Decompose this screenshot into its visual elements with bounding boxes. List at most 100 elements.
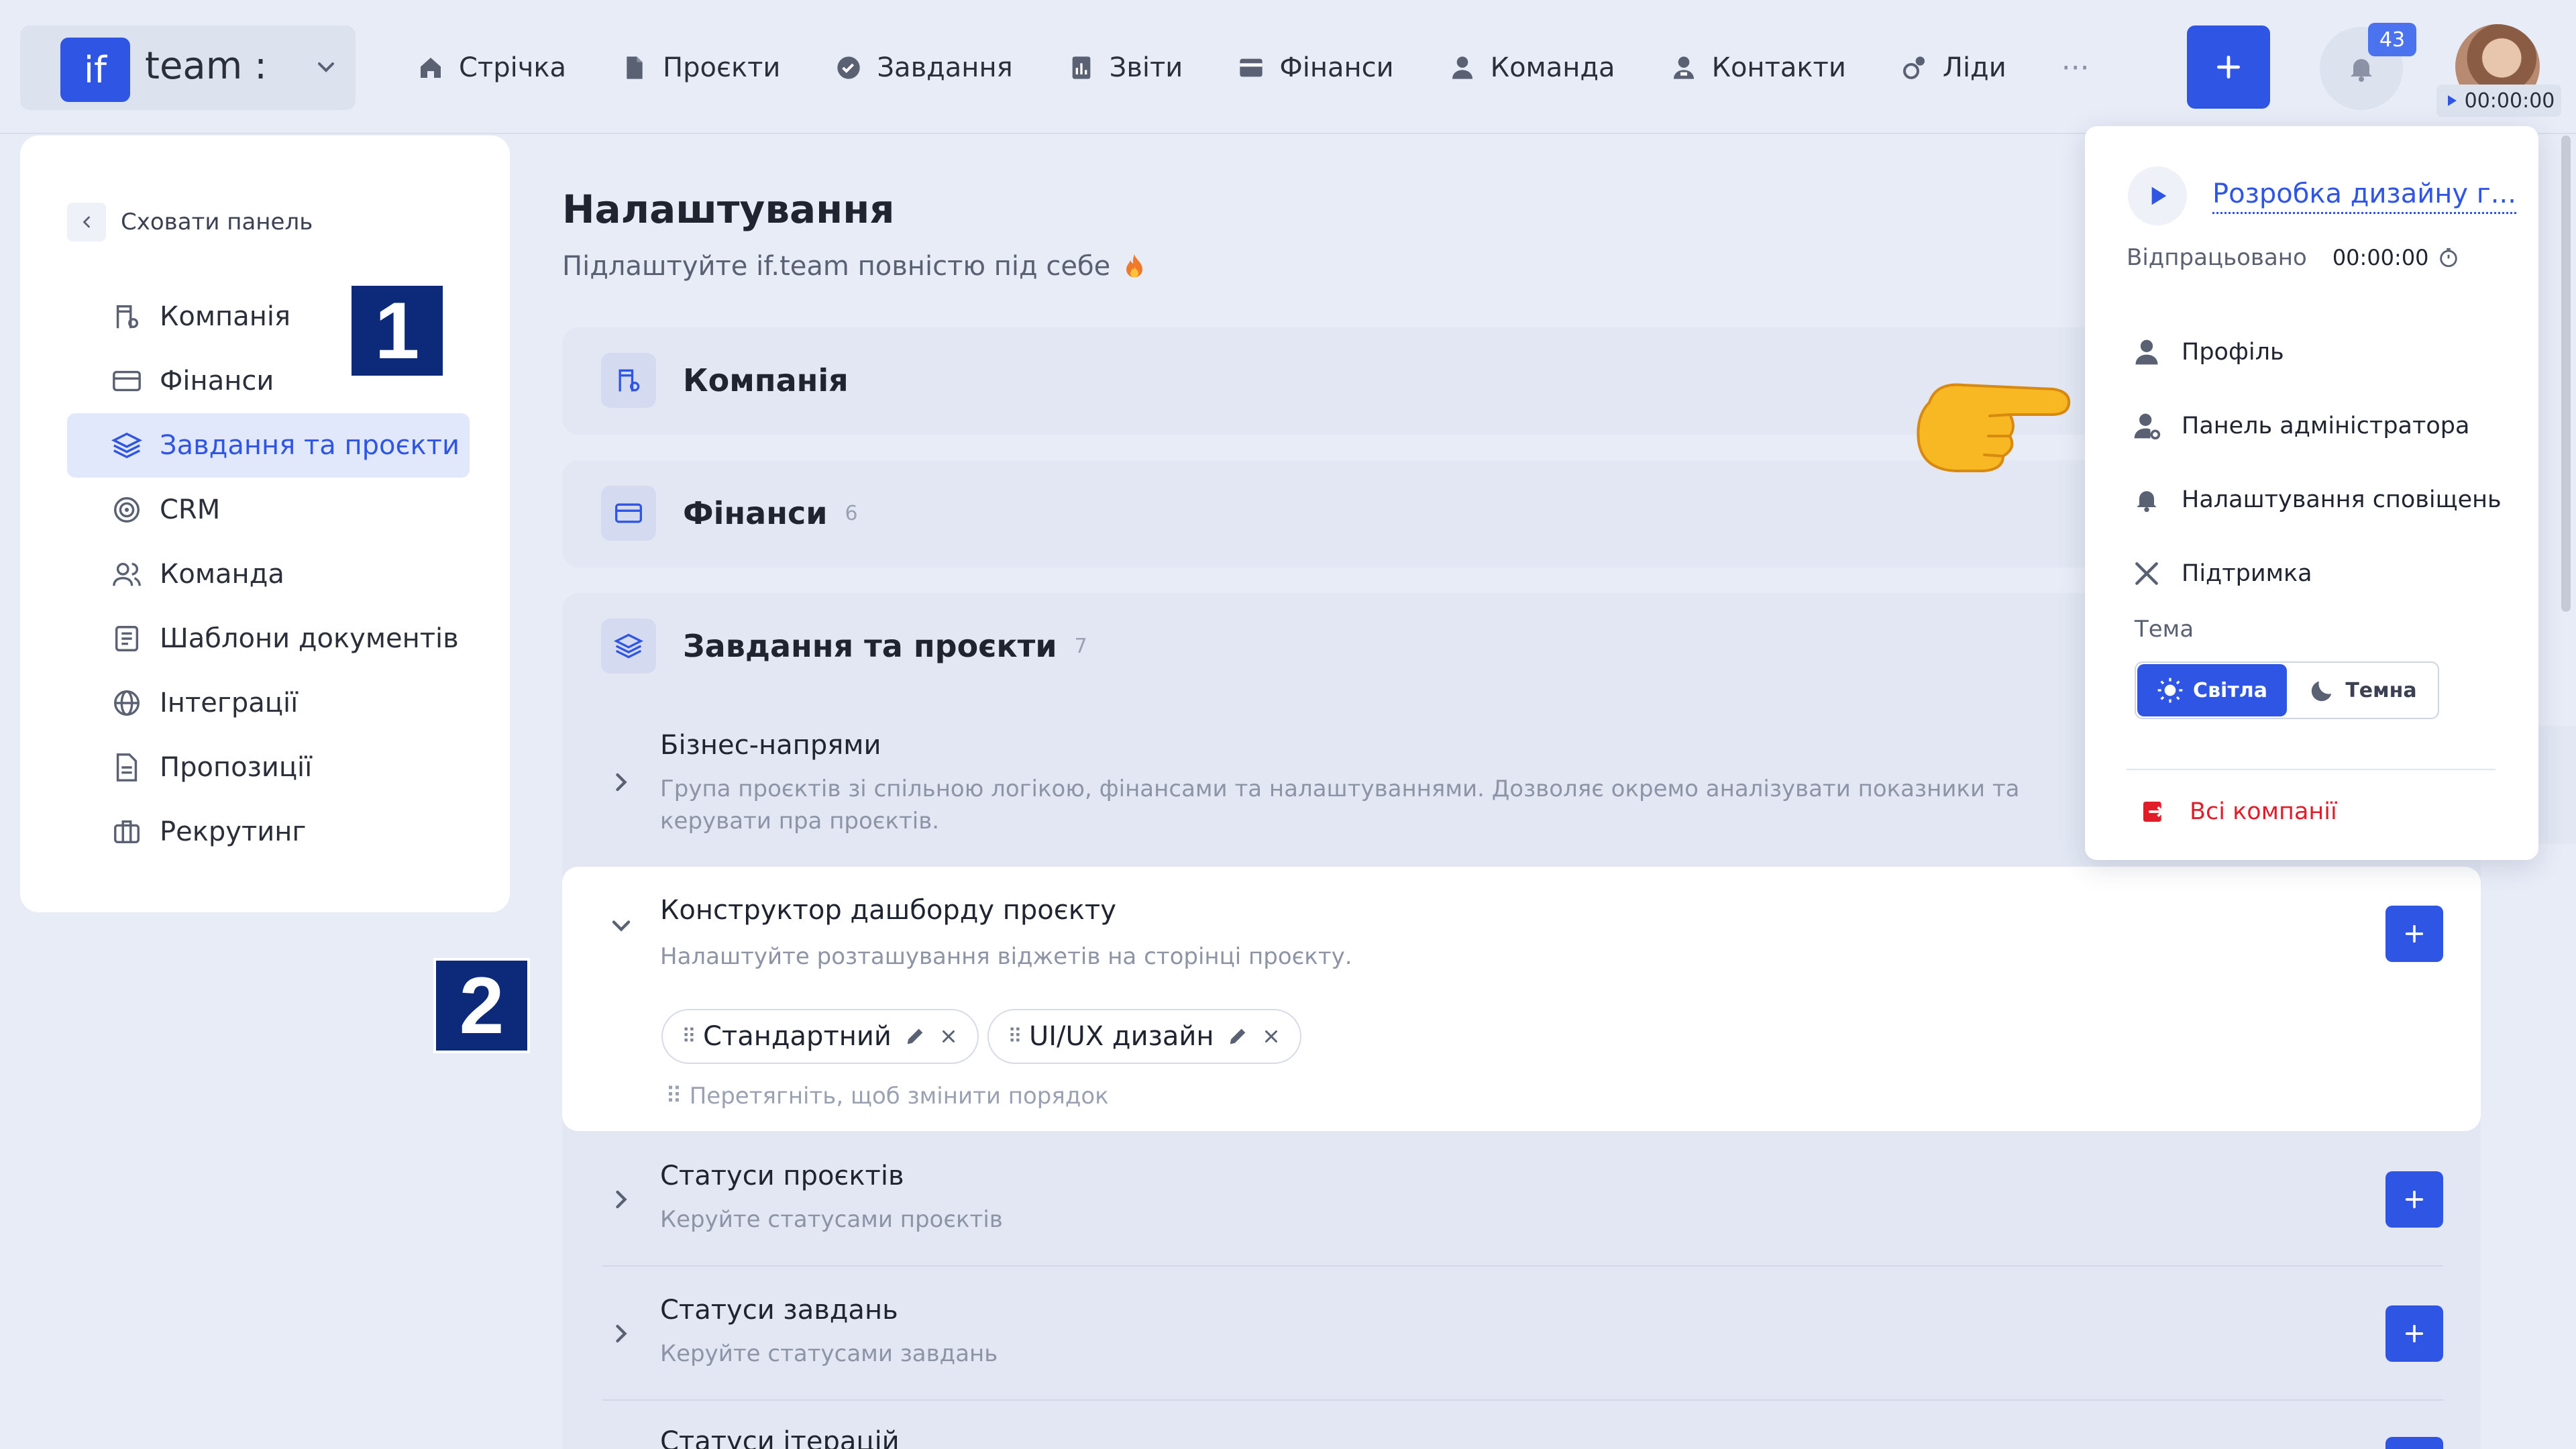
nav-more-button[interactable]: ··· <box>2061 51 2090 85</box>
nav-item-tasks[interactable]: Завдання <box>835 52 1013 83</box>
add-dashboard-button[interactable] <box>2385 906 2443 962</box>
active-task[interactable]: Розробка дизайну г... <box>2128 166 2516 225</box>
nav-item-feed[interactable]: Стрічка <box>417 52 566 83</box>
template-icon <box>115 626 139 651</box>
chevron-right-icon <box>616 1190 627 1209</box>
menu-item-admin-panel[interactable]: Панель адміністратора <box>2132 389 2502 463</box>
chevron-down-icon <box>313 54 339 80</box>
section-title: Конструктор дашборду проєкту <box>660 895 1116 926</box>
section-description: Налаштуйте розташування віджетів на стор… <box>660 943 1352 970</box>
timer-widget[interactable]: 00:00:00 <box>2436 85 2561 117</box>
sidebar-item-team[interactable]: Команда <box>67 542 470 606</box>
menu-item-notification-settings[interactable]: Налаштування сповіщень <box>2132 463 2502 537</box>
theme-label: Тема <box>2135 616 2194 643</box>
tools-icon <box>2135 562 2158 585</box>
menu-item-support[interactable]: Підтримка <box>2132 537 2502 610</box>
add-project-status-button[interactable] <box>2385 1171 2443 1228</box>
nav-item-leads[interactable]: Ліди <box>1901 52 2006 83</box>
theme-dark-button[interactable]: Темна <box>2288 663 2438 718</box>
all-companies-button[interactable]: Всі компанії <box>2140 798 2337 825</box>
chevron-right-icon <box>616 773 627 792</box>
admin-icon <box>2134 413 2161 440</box>
notification-count-badge: 43 <box>2368 23 2416 56</box>
plus-icon <box>2405 1324 2424 1343</box>
sidebar-item-doc-templates[interactable]: Шаблони документів <box>67 606 470 671</box>
proposal-icon <box>116 753 138 782</box>
section-iteration-statuses[interactable]: Статуси ітерацій <box>598 1426 2443 1449</box>
background-panel-edge <box>2538 726 2576 844</box>
profile-dropdown: Розробка дизайну г... Відпрацьовано 00:0… <box>2085 126 2538 860</box>
nav-item-reports[interactable]: Звіти <box>1068 52 1183 83</box>
scrollbar[interactable] <box>2561 136 2571 612</box>
sidebar-item-integrations[interactable]: Інтеграції <box>67 671 470 735</box>
briefcase-icon <box>114 820 140 844</box>
close-icon <box>942 1030 955 1042</box>
plus-icon <box>2405 924 2424 943</box>
document-icon <box>627 56 643 79</box>
hide-panel-button[interactable]: Сховати панель <box>67 203 313 241</box>
card-title: Завдання та проєкти <box>683 628 1057 664</box>
section-title: Статуси ітерацій <box>660 1426 900 1449</box>
section-title: Статуси завдань <box>660 1295 898 1326</box>
card-title: Фінанси <box>683 495 828 531</box>
section-description: Керуйте статусами завдань <box>660 1340 998 1367</box>
sidebar-item-recruiting[interactable]: Рекрутинг <box>67 800 470 864</box>
pencil-icon <box>907 1028 923 1044</box>
contacts-icon <box>1673 56 1694 79</box>
global-add-button[interactable] <box>2187 25 2270 109</box>
layers-icon <box>111 432 142 459</box>
exit-icon <box>2143 802 2164 822</box>
drag-hint: ⠿ Перетягніть, щоб змінити порядок <box>665 1083 1109 1110</box>
stopwatch-icon <box>2439 248 2457 268</box>
sidebar-item-proposals[interactable]: Пропозиції <box>67 735 470 800</box>
check-circle-icon <box>837 56 861 79</box>
card-icon <box>601 486 656 541</box>
divider <box>602 1265 2443 1267</box>
active-task-title[interactable]: Розробка дизайну г... <box>2212 178 2516 214</box>
sidebar-item-crm[interactable]: CRM <box>67 478 470 542</box>
dashboard-chip[interactable]: ⠿ UI/UX дизайн <box>987 1009 1301 1064</box>
plus-icon <box>2216 55 2241 79</box>
brand-logo: if <box>60 38 130 102</box>
main-nav: Стрічка Проєкти Завдання Звіти Фінанси К… <box>417 40 2090 95</box>
section-dashboard-builder-content: Конструктор дашборду проєкту Налаштуйте … <box>598 895 2443 1096</box>
chevron-down-icon <box>612 920 631 932</box>
dashboard-chip[interactable]: ⠿ Стандартний <box>661 1009 979 1064</box>
drag-handle-icon[interactable]: ⠿ <box>1008 1025 1022 1049</box>
nav-item-projects[interactable]: Проєкти <box>621 52 780 83</box>
company-switcher[interactable]: if team : <box>20 25 356 110</box>
dropdown-menu: Профіль Панель адміністратора Налаштуван… <box>2132 315 2502 610</box>
top-bar: if team : Стрічка Проєкти Завдання Звіти… <box>0 0 2576 134</box>
page-subtitle: Підлаштуйте if.team повністю під себе <box>562 251 1146 282</box>
chevron-left-icon <box>67 203 106 241</box>
section-project-statuses[interactable]: Статуси проєктів Керуйте статусами проєк… <box>598 1161 2443 1248</box>
divider <box>2127 769 2496 770</box>
step-badge-1: 1 <box>349 283 445 378</box>
sidebar-item-tasks-projects[interactable]: Завдання та проєкти <box>67 413 470 478</box>
add-task-status-button[interactable] <box>2385 1305 2443 1362</box>
settings-sidebar: Сховати панель Компанія Фінанси Завдання… <box>20 136 510 912</box>
theme-light-button[interactable]: Світла <box>2137 664 2287 716</box>
target-icon <box>114 497 140 523</box>
fire-icon <box>1126 254 1143 278</box>
report-icon <box>1072 56 1091 79</box>
play-icon[interactable] <box>2128 166 2187 225</box>
drag-handle-icon[interactable]: ⠿ <box>682 1025 696 1049</box>
nav-item-contacts[interactable]: Контакти <box>1670 52 1846 83</box>
section-title: Бізнес-напрями <box>660 730 881 761</box>
card-count: 6 <box>845 501 858 525</box>
section-task-statuses[interactable]: Статуси завдань Керуйте статусами завдан… <box>598 1295 2443 1382</box>
play-icon <box>2447 95 2457 106</box>
bell-icon <box>2137 491 2157 513</box>
step-badge-2: 2 <box>433 958 530 1053</box>
section-title: Статуси проєктів <box>660 1161 904 1191</box>
menu-item-profile[interactable]: Профіль <box>2132 315 2502 389</box>
nav-item-finance[interactable]: Фінанси <box>1238 52 1394 83</box>
add-iteration-status-button[interactable] <box>2385 1437 2443 1449</box>
globe-icon <box>114 690 140 716</box>
user-icon <box>1452 56 1472 79</box>
divider <box>602 1399 2443 1401</box>
pencil-icon <box>1230 1028 1245 1044</box>
home-icon <box>421 58 441 78</box>
nav-item-team[interactable]: Команда <box>1449 52 1615 83</box>
